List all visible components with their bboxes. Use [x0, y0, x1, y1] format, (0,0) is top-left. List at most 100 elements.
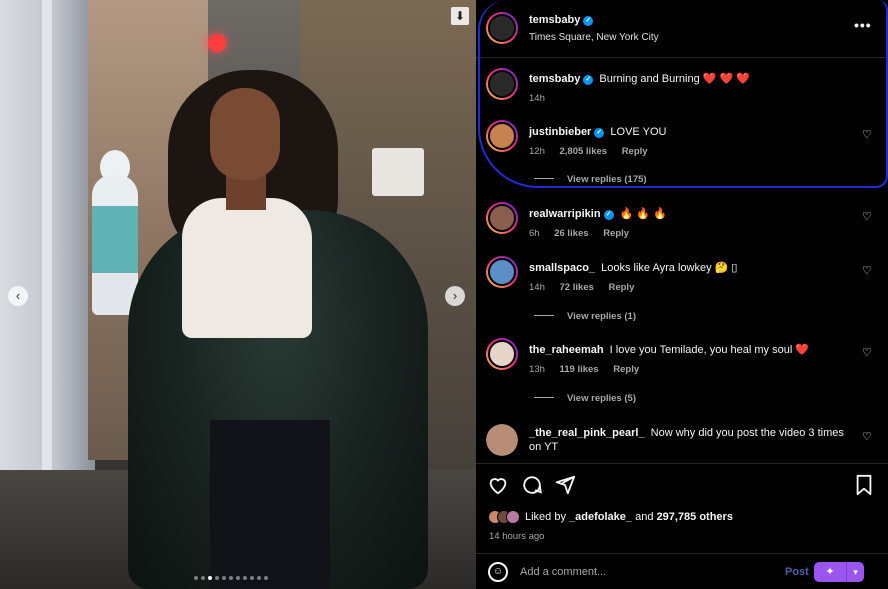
likes-summary[interactable]: Liked by _adefolake_ and 297,785 others [488, 510, 733, 524]
verified-badge-icon: ✓ [594, 128, 605, 138]
mannequin [92, 175, 138, 315]
comment-text: smallspaco_ Looks like Ayra lowkey 🤔 ▯ [529, 261, 849, 275]
reply-button[interactable]: Reply [603, 228, 629, 239]
caption-time[interactable]: 14h [529, 93, 545, 104]
download-icon[interactable]: ⬇ [451, 7, 469, 25]
comment-username[interactable]: realwarripikin [529, 208, 601, 220]
others-count[interactable]: 297,785 others [657, 511, 733, 523]
carousel-dot [243, 576, 247, 580]
carousel-dot [264, 576, 268, 580]
post-header: temsbaby ✓ Times Square, New York City ••… [476, 0, 888, 58]
replies-line [534, 178, 554, 179]
comment-avatar[interactable] [486, 120, 518, 152]
post-location[interactable]: Times Square, New York City [529, 32, 659, 43]
carousel-dot [229, 576, 233, 580]
comment-meta: 14h 72 likes Reply [529, 282, 646, 293]
sparkle-icon: ✦ [825, 566, 835, 578]
action-bar: Liked by _adefolake_ and 297,785 others … [476, 463, 888, 553]
verified-badge-icon: ✓ [583, 75, 594, 85]
comment-input[interactable] [520, 563, 770, 581]
comment-likes[interactable]: 26 likes [554, 228, 588, 239]
comment-time[interactable]: 12h [529, 146, 545, 157]
comment-likes[interactable]: 119 likes [560, 364, 599, 375]
view-replies-button[interactable]: View replies (1) [534, 311, 636, 322]
comment-text: realwarripikin ✓ 🔥 🔥 🔥 [529, 207, 849, 221]
comment-time[interactable]: 13h [529, 364, 545, 375]
post-button[interactable]: Post [785, 566, 809, 578]
carousel-dot [236, 576, 240, 580]
carousel-next-button[interactable]: › [445, 286, 465, 306]
more-options-button[interactable]: ••• [854, 17, 872, 33]
verified-badge-icon: ✓ [603, 210, 614, 220]
comment-text: justinbieber ✓ LOVE YOU [529, 125, 849, 139]
chevron-down-icon[interactable]: ▾ [846, 562, 864, 582]
comment-avatar[interactable] [486, 424, 518, 456]
comment-bubble-icon[interactable] [520, 474, 544, 498]
comment-avatar[interactable] [486, 338, 518, 370]
comment-meta: 12h 2,805 likes Reply [529, 146, 660, 157]
comment-username[interactable]: _the_real_pink_pearl_ [529, 427, 645, 439]
view-replies-button[interactable]: View replies (5) [534, 393, 636, 404]
comment-like-heart-icon[interactable]: ♡ [862, 210, 872, 223]
replies-line [534, 397, 554, 398]
send-plane-icon[interactable] [553, 474, 577, 498]
view-replies-label: View replies (5) [567, 393, 636, 404]
ai-assist-button[interactable]: ✦ ▾ [814, 562, 864, 582]
reply-button[interactable]: Reply [613, 364, 639, 375]
caption-text: temsbaby ✓ Burning and Burning ❤️ ❤️ ❤️ [529, 72, 849, 86]
view-replies-label: View replies (1) [567, 311, 636, 322]
bookmark-icon[interactable] [852, 474, 876, 498]
caption-avatar[interactable] [486, 68, 518, 100]
like-heart-icon[interactable] [486, 474, 510, 498]
reply-button[interactable]: Reply [608, 282, 634, 293]
caption-meta: 14h [529, 93, 557, 104]
comment-likes[interactable]: 2,805 likes [560, 146, 608, 157]
comment-body: I love you Temilade, you heal my soul ❤️ [609, 344, 810, 356]
comment-likes[interactable]: 72 likes [560, 282, 594, 293]
comment-username[interactable]: justinbieber [529, 126, 591, 138]
comment-username[interactable]: smallspaco_ [529, 262, 595, 274]
carousel-dot [215, 576, 219, 580]
post-timestamp[interactable]: 14 hours ago [489, 531, 544, 542]
red-light [208, 34, 226, 52]
author-username[interactable]: temsbaby [529, 14, 580, 26]
author-row: temsbaby ✓ [529, 14, 594, 26]
emoji-smiley-icon[interactable]: ☺ [488, 562, 508, 582]
comment-like-heart-icon[interactable]: ♡ [862, 430, 872, 443]
subject-white-top [182, 198, 312, 338]
comment-like-heart-icon[interactable]: ♡ [862, 346, 872, 359]
author-avatar[interactable] [486, 12, 518, 44]
comment-text: _the_real_pink_pearl_ Now why did you po… [529, 426, 849, 454]
carousel-dot [194, 576, 198, 580]
comment-item: _the_real_pink_pearl_ Now why did you po… [476, 422, 888, 462]
comment-avatar[interactable] [486, 202, 518, 234]
post-details-panel: temsbaby ✓ Times Square, New York City ••… [476, 0, 888, 589]
liked-by-user[interactable]: _adefolake_ [569, 511, 632, 523]
caption-username[interactable]: temsbaby [529, 73, 580, 85]
comment-text: the_raheemah I love you Temilade, you he… [529, 343, 849, 357]
liker-avatar [506, 510, 520, 524]
view-replies-label: View replies (175) [567, 174, 647, 185]
verified-badge-icon: ✓ [583, 16, 594, 26]
street-sign [372, 148, 424, 196]
carousel-prev-button[interactable]: ‹ [8, 286, 28, 306]
comment-body: 🔥 🔥 🔥 [619, 208, 667, 220]
comment-username[interactable]: the_raheemah [529, 344, 604, 356]
post-photo[interactable]: ⬇ ‹ › [0, 0, 476, 589]
reply-button[interactable]: Reply [622, 146, 648, 157]
comment-like-heart-icon[interactable]: ♡ [862, 264, 872, 277]
carousel-indicator [194, 576, 268, 580]
comment-time[interactable]: 14h [529, 282, 545, 293]
view-replies-button[interactable]: View replies (175) [534, 174, 647, 185]
comment-time[interactable]: 6h [529, 228, 540, 239]
liked-by-label: Liked by [525, 511, 566, 523]
carousel-dot [208, 576, 212, 580]
comment-meta: 13h 119 likes Reply [529, 364, 651, 375]
comment-body: LOVE YOU [610, 126, 667, 138]
comment-like-heart-icon[interactable]: ♡ [862, 128, 872, 141]
subject-face [210, 88, 280, 180]
comment-avatar[interactable] [486, 256, 518, 288]
carousel-dot [250, 576, 254, 580]
caption-emoji: ❤️ ❤️ ❤️ [702, 73, 750, 85]
carousel-dot [201, 576, 205, 580]
